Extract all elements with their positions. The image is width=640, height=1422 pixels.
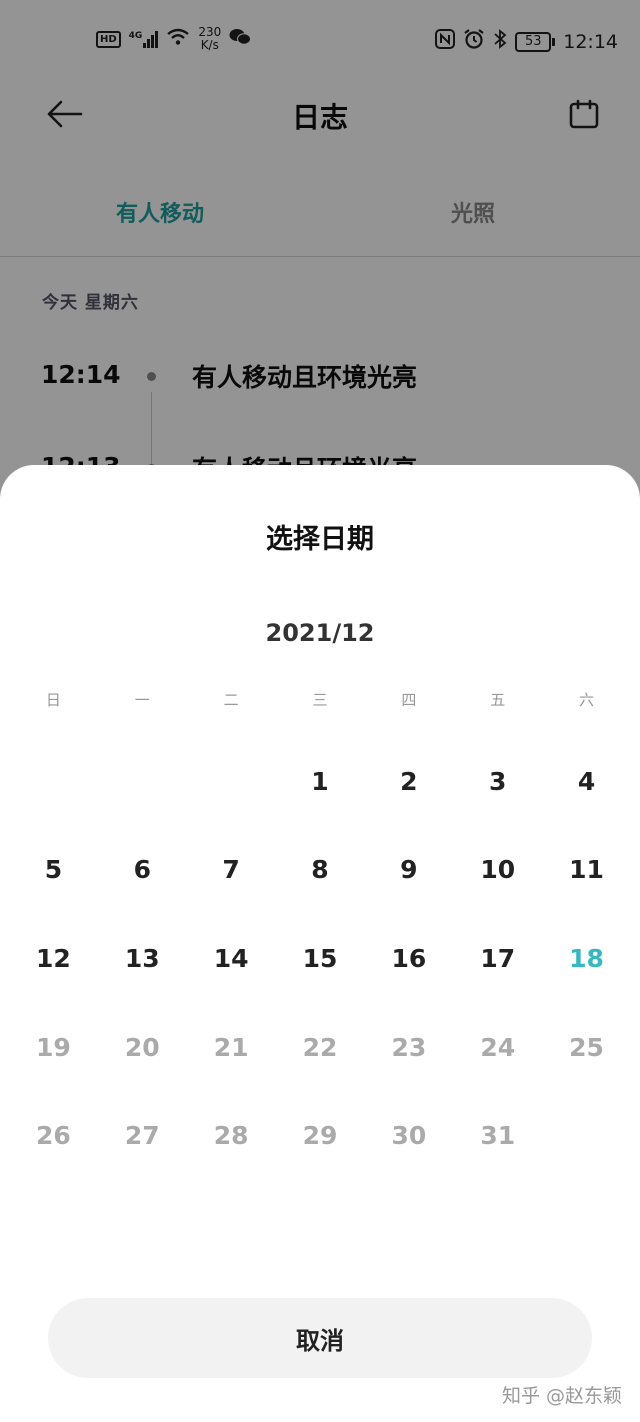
month-label: 2021/12	[265, 619, 375, 647]
day-cell[interactable]: 4	[542, 737, 631, 826]
day-cell[interactable]: 6	[98, 826, 187, 915]
sheet-title: 选择日期	[266, 524, 374, 555]
day-cell: 26	[36, 1121, 71, 1151]
day-cell: 30	[391, 1121, 427, 1151]
day-cell: 27	[124, 1121, 160, 1151]
day-cell[interactable]: 12	[9, 914, 98, 1003]
day-cell: 24	[480, 1032, 516, 1062]
weekday-header: 日一二三四五六	[9, 689, 631, 710]
weekday-label: 一	[134, 691, 150, 709]
day-cell: 31	[480, 1121, 516, 1151]
watermark: 知乎 @赵东颖	[501, 1385, 622, 1407]
day-cell: 20	[124, 1032, 160, 1062]
weekday-label: 日	[45, 691, 61, 709]
day-cell[interactable]: 10	[453, 826, 542, 915]
day-cell[interactable]: 16	[364, 914, 453, 1003]
day-cell: 21	[213, 1032, 249, 1062]
day-cell: 23	[391, 1032, 427, 1062]
day-cell[interactable]: 13	[98, 914, 187, 1003]
weekday-label: 四	[401, 691, 417, 709]
day-blank	[9, 737, 98, 826]
day-cell[interactable]: 14	[187, 914, 276, 1003]
day-cell-today[interactable]: 18	[542, 914, 631, 1003]
day-cell[interactable]: 15	[276, 914, 365, 1003]
day-cell: 28	[213, 1121, 249, 1151]
day-blank	[98, 737, 187, 826]
day-cell[interactable]: 9	[364, 826, 453, 915]
weekday-label: 二	[223, 691, 239, 709]
date-picker-sheet: 选择日期 2021/12 日一二三四五六 1 2 3 4 5 6 7 8 9 10 11 12 13 14…	[0, 465, 640, 1422]
day-cell[interactable]: 3	[453, 737, 542, 826]
day-cell: 25	[569, 1032, 604, 1062]
day-cell[interactable]: 17	[453, 914, 542, 1003]
day-cell[interactable]: 1	[276, 737, 365, 826]
day-cell: 29	[302, 1121, 338, 1151]
day-cell: 22	[302, 1032, 338, 1062]
day-cell: 19	[36, 1032, 71, 1062]
cancel-button[interactable]: 取消	[48, 1298, 592, 1378]
day-blank	[187, 737, 276, 826]
weekday-label: 三	[312, 691, 328, 709]
calendar-grid: 1 2 3 4 5 6 7 8 9 10 11 12 13 14 15 16 17 18 19 20 21 22 23 24 2…	[9, 737, 631, 1180]
day-cell[interactable]: 11	[542, 826, 631, 915]
weekday-label: 六	[579, 691, 595, 709]
day-cell[interactable]: 7	[187, 826, 276, 915]
day-cell[interactable]: 5	[9, 826, 98, 915]
day-cell[interactable]: 2	[364, 737, 453, 826]
weekday-label: 五	[490, 691, 506, 709]
day-cell[interactable]: 8	[276, 826, 365, 915]
